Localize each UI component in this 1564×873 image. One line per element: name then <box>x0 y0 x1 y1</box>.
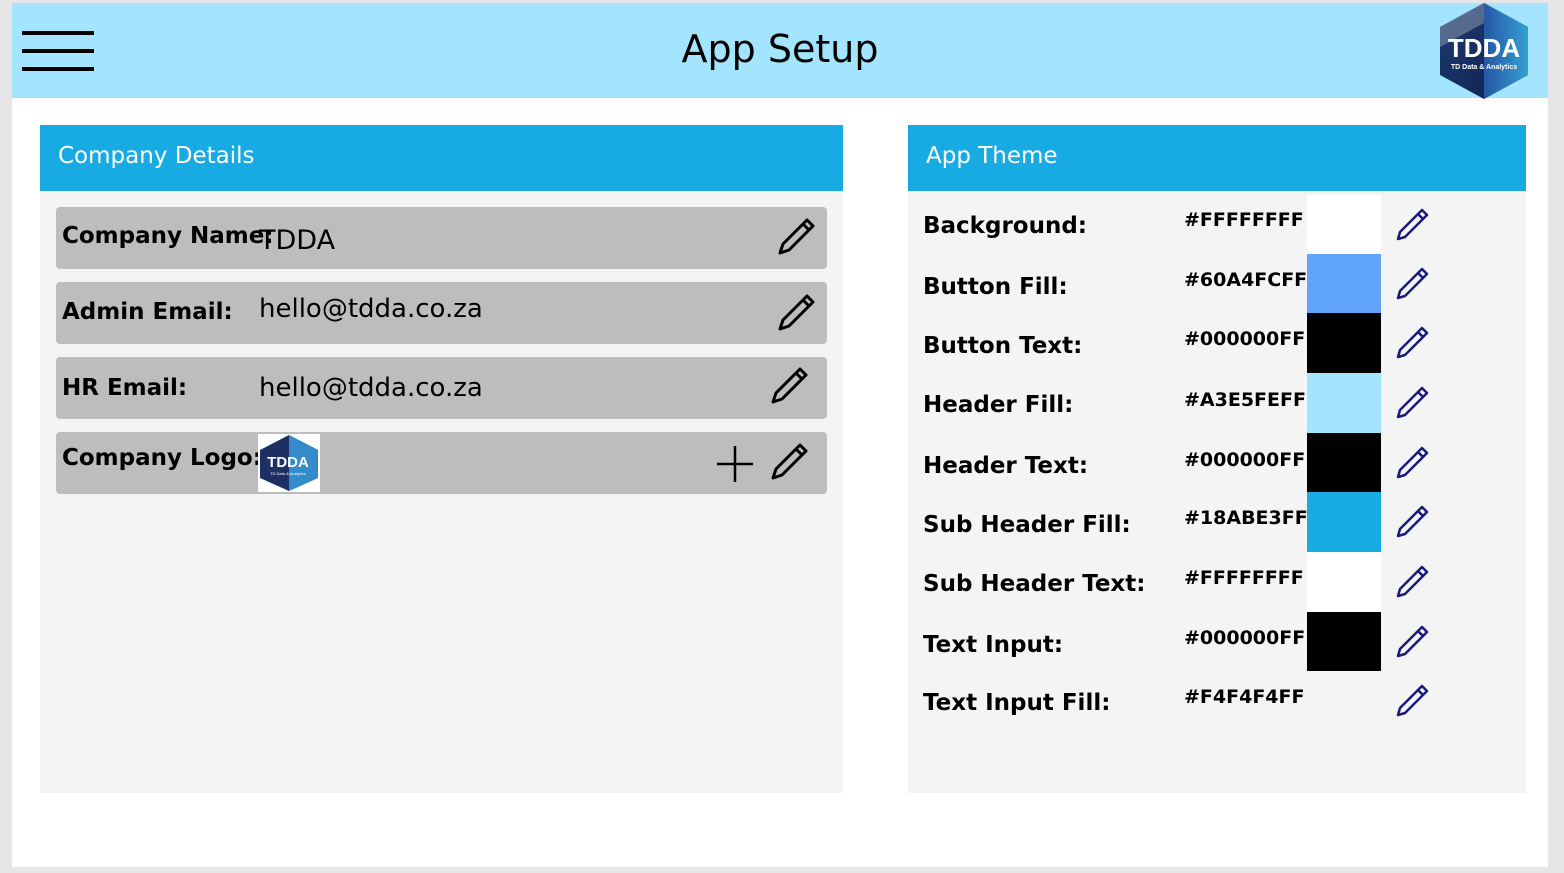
theme-label-text-input-fill: Text Input Fill: <box>923 690 1111 716</box>
color-swatch-background <box>1307 195 1381 255</box>
admin-email-value[interactable]: hello@tdda.co.za <box>259 294 483 324</box>
theme-hex-text-input-fill: #F4F4F4FF <box>1184 686 1305 708</box>
edit-header-text-pencil-icon[interactable] <box>1394 443 1432 481</box>
theme-row-sub-header-text: Sub Header Text: #FFFFFFFF <box>908 552 1526 612</box>
theme-hex-background: #FFFFFFFF <box>1184 209 1304 231</box>
theme-label-button-fill: Button Fill: <box>923 274 1068 300</box>
app-theme-panel: App Theme Background: #FFFFFFFF Button Fil… <box>908 125 1526 793</box>
theme-hex-header-fill: #A3E5FEFF <box>1184 389 1306 411</box>
tdda-logo: TDDA TD Data & Analytics <box>1440 3 1528 99</box>
mini-logo-subtext: TD Data & Analytics <box>270 471 306 476</box>
edit-text-input-pencil-icon[interactable] <box>1394 622 1432 660</box>
company-logo-image[interactable]: TDDA TD Data & Analytics <box>258 434 320 492</box>
app-header: App Setup TDDA TD Data & Analytics <box>12 3 1548 99</box>
company-details-header: Company Details <box>40 125 843 191</box>
hr-email-label: HR Email: <box>62 375 188 401</box>
theme-row-header-fill: Header Fill: #A3E5FEFF <box>908 373 1526 433</box>
edit-admin-email-pencil-icon[interactable] <box>774 291 818 335</box>
page-title: App Setup <box>681 27 879 71</box>
color-swatch-header-fill <box>1307 373 1381 433</box>
theme-row-header-text: Header Text: #000000FF <box>908 433 1526 493</box>
color-swatch-button-text <box>1307 313 1381 373</box>
theme-row-button-fill: Button Fill: #60A4FCFF <box>908 254 1526 314</box>
theme-hex-sub-header-fill: #18ABE3FF <box>1184 507 1308 529</box>
app-screen: App Setup TDDA TD Data & Analytics Compa… <box>12 3 1548 867</box>
company-name-label: Company Name: <box>62 223 274 249</box>
color-swatch-header-text <box>1307 433 1381 493</box>
color-swatch-sub-header-text <box>1307 552 1381 612</box>
theme-row-sub-header-fill: Sub Header Fill: #18ABE3FF <box>908 492 1526 552</box>
logo-text: TDDA <box>1448 33 1520 63</box>
theme-label-header-fill: Header Fill: <box>923 392 1074 418</box>
edit-company-name-pencil-icon[interactable] <box>774 215 818 259</box>
edit-hr-email-pencil-icon[interactable] <box>767 364 811 408</box>
theme-row-text-input-fill: Text Input Fill: #F4F4F4FF <box>908 671 1526 731</box>
hr-email-value[interactable]: hello@tdda.co.za <box>259 373 483 403</box>
theme-label-background: Background: <box>923 213 1087 239</box>
color-swatch-text-input <box>1307 612 1381 672</box>
edit-header-fill-pencil-icon[interactable] <box>1394 383 1432 421</box>
add-logo-plus-icon[interactable] <box>715 444 755 484</box>
edit-button-text-pencil-icon[interactable] <box>1394 323 1432 361</box>
company-name-row: Company Name: TDDA <box>56 207 827 269</box>
edit-background-pencil-icon[interactable] <box>1394 205 1432 243</box>
theme-row-button-text: Button Text: #000000FF <box>908 313 1526 373</box>
edit-sub-header-text-pencil-icon[interactable] <box>1394 562 1432 600</box>
theme-label-sub-header-text: Sub Header Text: <box>923 571 1146 597</box>
edit-company-logo-pencil-icon[interactable] <box>767 440 811 484</box>
edit-text-input-fill-pencil-icon[interactable] <box>1394 681 1432 719</box>
color-swatch-sub-header-fill <box>1307 492 1381 552</box>
logo-subtext: TD Data & Analytics <box>1451 64 1517 71</box>
theme-label-sub-header-fill: Sub Header Fill: <box>923 512 1131 538</box>
theme-hex-sub-header-text: #FFFFFFFF <box>1184 567 1304 589</box>
theme-hex-text-input: #000000FF <box>1184 627 1306 649</box>
theme-row-background: Background: #FFFFFFFF <box>908 195 1526 255</box>
theme-hex-button-text: #000000FF <box>1184 328 1306 350</box>
company-logo-label: Company Logo: <box>62 445 262 471</box>
app-theme-header: App Theme <box>908 125 1526 191</box>
mini-logo-text: TDDA <box>267 454 309 471</box>
theme-label-text-input: Text Input: <box>923 632 1064 658</box>
company-name-value[interactable]: TDDA <box>259 225 335 256</box>
theme-label-header-text: Header Text: <box>923 453 1089 479</box>
edit-button-fill-pencil-icon[interactable] <box>1394 264 1432 302</box>
color-swatch-text-input-fill <box>1307 671 1381 731</box>
edit-sub-header-fill-pencil-icon[interactable] <box>1394 502 1432 540</box>
theme-row-text-input: Text Input: #000000FF <box>908 612 1526 672</box>
admin-email-label: Admin Email: <box>62 299 233 325</box>
hr-email-row: HR Email: hello@tdda.co.za <box>56 357 827 419</box>
theme-hex-button-fill: #60A4FCFF <box>1184 269 1308 291</box>
theme-hex-header-text: #000000FF <box>1184 449 1306 471</box>
color-swatch-button-fill <box>1307 254 1381 314</box>
theme-label-button-text: Button Text: <box>923 333 1083 359</box>
company-logo-row: Company Logo: TDDA TD Data & Analytics <box>56 432 827 494</box>
company-details-panel: Company Details Company Name: TDDA Admin… <box>40 125 843 793</box>
admin-email-row: Admin Email: hello@tdda.co.za <box>56 282 827 344</box>
